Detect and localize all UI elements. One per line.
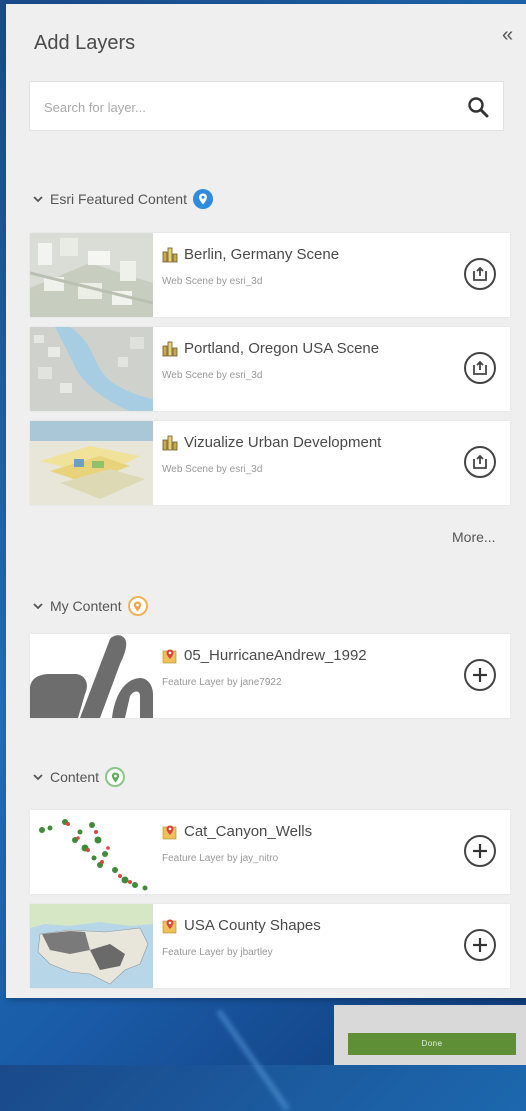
item-title-row: USA County Shapes xyxy=(162,917,321,934)
open-scene-button[interactable] xyxy=(464,352,496,384)
add-layers-panel: Add Layers « Esri Featured Content xyxy=(6,4,526,998)
feature-layer-icon xyxy=(162,649,177,663)
list-item-urban[interactable]: Vizualize Urban Development Web Scene by… xyxy=(30,421,510,505)
section-header-featured[interactable]: Esri Featured Content xyxy=(32,189,213,209)
list-item-hurricane[interactable]: 05_HurricaneAndrew_1992 Feature Layer by… xyxy=(30,634,510,718)
more-link[interactable]: More... xyxy=(452,529,496,545)
list-item-portland[interactable]: Portland, Oregon USA Scene Web Scene by … xyxy=(30,327,510,411)
open-scene-button[interactable] xyxy=(464,446,496,478)
chevron-down-icon xyxy=(33,774,43,781)
item-title: 05_HurricaneAndrew_1992 xyxy=(184,647,367,664)
item-title-row: Portland, Oregon USA Scene xyxy=(162,340,379,357)
add-icon xyxy=(473,668,487,682)
item-title-row: Vizualize Urban Development xyxy=(162,434,381,451)
search-box xyxy=(29,81,504,132)
thumbnail-urban xyxy=(30,421,153,505)
panel-title: Add Layers xyxy=(34,32,136,54)
thumbnail-berlin xyxy=(30,233,153,317)
item-subtitle: Web Scene by esri_3d xyxy=(162,276,263,287)
item-title: Cat_Canyon_Wells xyxy=(184,823,313,840)
feature-layer-icon xyxy=(162,919,177,933)
add-layer-button[interactable] xyxy=(464,659,496,691)
add-icon xyxy=(473,938,487,952)
item-subtitle: Feature Layer by jay_nitro xyxy=(162,853,279,864)
item-title-row: 05_HurricaneAndrew_1992 xyxy=(162,647,367,664)
section-header-my-content[interactable]: My Content xyxy=(32,596,148,616)
item-subtitle: Feature Layer by jane7922 xyxy=(162,677,282,688)
open-scene-button[interactable] xyxy=(464,258,496,290)
chevron-down-icon xyxy=(33,196,43,203)
search-input[interactable] xyxy=(42,82,466,132)
my-content-badge-icon xyxy=(127,596,148,616)
thumbnail-cat-canyon xyxy=(30,810,153,894)
open-scene-icon xyxy=(473,360,487,375)
scene-icon xyxy=(162,435,178,450)
item-title: Vizualize Urban Development xyxy=(184,434,382,451)
open-scene-icon xyxy=(473,454,487,469)
list-item-cat-canyon[interactable]: Cat_Canyon_Wells Feature Layer by jay_ni… xyxy=(30,810,510,894)
feature-layer-icon xyxy=(162,825,177,839)
featured-badge-icon xyxy=(192,189,213,209)
list-item-berlin[interactable]: Berlin, Germany Scene Web Scene by esri_… xyxy=(30,233,510,317)
open-scene-icon xyxy=(473,266,487,281)
done-button[interactable]: Done xyxy=(348,1033,516,1055)
item-subtitle: Feature Layer by jbartley xyxy=(162,947,273,958)
section-label: Content xyxy=(50,769,100,785)
chevron-down-icon xyxy=(33,603,43,610)
section-label: Esri Featured Content xyxy=(50,191,187,207)
item-title-row: Cat_Canyon_Wells xyxy=(162,823,312,840)
search-icon[interactable] xyxy=(467,96,489,118)
item-title: USA County Shapes xyxy=(184,917,321,934)
collapse-panel-icon[interactable]: « xyxy=(502,24,513,47)
scene-icon xyxy=(162,341,178,356)
item-title-row: Berlin, Germany Scene xyxy=(162,246,339,263)
section-label: My Content xyxy=(50,598,122,614)
thumbnail-usa-county xyxy=(30,904,153,988)
item-subtitle: Web Scene by esri_3d xyxy=(162,464,263,475)
item-title: Berlin, Germany Scene xyxy=(184,246,340,263)
add-layer-button[interactable] xyxy=(464,835,496,867)
item-subtitle: Web Scene by esri_3d xyxy=(162,370,263,381)
thumbnail-hurricane xyxy=(30,634,153,718)
content-badge-icon xyxy=(105,767,126,787)
item-title: Portland, Oregon USA Scene xyxy=(184,340,380,357)
scene-icon xyxy=(162,247,178,262)
background-streak xyxy=(216,1009,290,1111)
thumbnail-portland xyxy=(30,327,153,411)
list-item-usa-county[interactable]: USA County Shapes Feature Layer by jbart… xyxy=(30,904,510,988)
add-layer-button[interactable] xyxy=(464,929,496,961)
section-header-content[interactable]: Content xyxy=(32,767,126,787)
add-icon xyxy=(473,844,487,858)
